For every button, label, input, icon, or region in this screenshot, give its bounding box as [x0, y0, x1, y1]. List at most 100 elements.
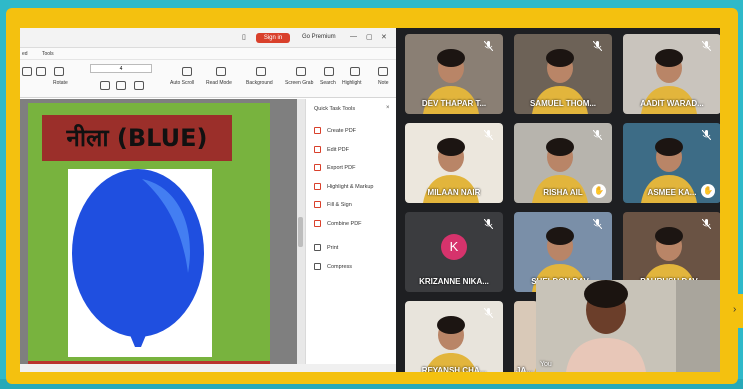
participant-name: KRIZANNE NIKA...: [419, 277, 489, 286]
quick-tools-close-icon[interactable]: ×: [386, 105, 390, 111]
participant-name: JA...: [516, 366, 533, 372]
participant-tile[interactable]: K KRIZANNE NIKA...: [405, 212, 503, 292]
tool-label: Create PDF: [327, 127, 357, 134]
combine-pdf-icon: [314, 220, 321, 227]
page-number-field[interactable]: 4: [90, 64, 152, 73]
document-scrollbar[interactable]: [297, 99, 305, 372]
mic-off-icon: [593, 41, 602, 51]
tool-create-pdf[interactable]: Create PDF: [314, 127, 356, 134]
mic-off-icon: [593, 219, 602, 229]
single-page-icon[interactable]: [100, 81, 110, 90]
participant-tile[interactable]: REYANSH CHA...: [405, 301, 503, 372]
note-label[interactable]: Note: [378, 80, 389, 86]
slide-page: नीला (BLUE): [28, 103, 270, 365]
tool-fill-sign[interactable]: Fill & Sign: [314, 201, 352, 208]
participant-tile[interactable]: SAMUEL THOM...: [514, 34, 612, 114]
read-mode-icon[interactable]: [216, 67, 226, 76]
highlight-markup-icon: [314, 183, 321, 190]
close-icon[interactable]: ✕: [381, 33, 387, 41]
scroll-page-icon[interactable]: [134, 81, 144, 90]
zoom-in-icon[interactable]: [22, 67, 32, 76]
pdf-toolbar: Rotate 4 Auto Scroll Read Mode Backgroun…: [20, 60, 396, 98]
pdf-statusbar: [20, 364, 396, 372]
mic-off-icon: [484, 308, 493, 318]
background-label[interactable]: Background: [246, 80, 273, 86]
tool-label: Combine PDF: [327, 220, 362, 227]
tool-label: Edit PDF: [327, 146, 350, 153]
participant-name: ASMEE KA...: [647, 188, 697, 197]
fill-sign-icon: [314, 201, 321, 208]
search-label[interactable]: Search: [320, 80, 336, 86]
mic-off-icon: [484, 41, 493, 51]
maximize-icon[interactable]: ▢: [366, 33, 373, 41]
participant-tile[interactable]: MILAAN NAIR: [405, 123, 503, 203]
participant-tile[interactable]: ✋ RISHA AIL: [514, 123, 612, 203]
tool-edit-pdf[interactable]: Edit PDF: [314, 146, 349, 153]
participant-name: DEV THAPAR T...: [421, 99, 487, 108]
pdf-menubar: ed Tools: [20, 48, 396, 60]
tool-combine-pdf[interactable]: Combine PDF: [314, 220, 362, 227]
zoom-out-icon[interactable]: [36, 67, 46, 76]
self-view-person: [536, 280, 720, 372]
tool-highlight-markup[interactable]: Highlight & Markup: [314, 183, 373, 190]
participant-name: RISHA AIL: [543, 188, 583, 197]
signin-button[interactable]: Sign in: [256, 33, 290, 43]
highlight-label[interactable]: Highlight: [342, 80, 361, 86]
screen-grab-icon[interactable]: [296, 67, 306, 76]
chevron-right-icon: ›: [733, 304, 737, 315]
mic-off-icon: [702, 41, 711, 51]
mic-off-icon: [484, 219, 493, 229]
quick-tools-title: Quick Task Tools: [314, 106, 356, 112]
tool-export-pdf[interactable]: Export PDF: [314, 164, 355, 171]
tool-label: Print: [327, 244, 339, 251]
scrollbar-thumb[interactable]: [298, 217, 303, 247]
tool-label: Compress: [327, 263, 353, 270]
balloon-image: [68, 169, 212, 357]
participant-tile[interactable]: ✋ ASMEE KA...: [623, 123, 720, 203]
screen-grab-label[interactable]: Screen Grab: [285, 80, 313, 86]
rotate-label: Rotate: [53, 80, 68, 86]
participant-name: MILAAN NAIR: [427, 188, 481, 197]
participant-tile[interactable]: JA...: [514, 301, 538, 372]
export-pdf-icon: [314, 164, 321, 171]
slide-title: नीला (BLUE): [42, 115, 232, 161]
two-page-icon[interactable]: [116, 81, 126, 90]
compress-icon: [314, 263, 321, 270]
minimize-icon[interactable]: —: [350, 33, 357, 40]
mic-off-icon: [702, 219, 711, 229]
menu-item-tools[interactable]: Tools: [42, 51, 54, 57]
participant-tile[interactable]: AADIT WARAD...: [623, 34, 720, 114]
edit-pdf-icon: [314, 146, 321, 153]
highlight-icon[interactable]: [350, 67, 360, 76]
mic-off-icon: [593, 130, 602, 140]
auto-scroll-label[interactable]: Auto Scroll: [170, 80, 194, 86]
menu-item-edit[interactable]: ed: [22, 51, 28, 57]
background-icon[interactable]: [256, 67, 266, 76]
note-icon[interactable]: [378, 67, 388, 76]
mic-off-icon: [484, 130, 493, 140]
balloon-icon: [72, 169, 204, 347]
tool-label: Export PDF: [327, 164, 356, 171]
meeting-window: ▯ Sign in Go Premium — ▢ ✕ ed Tools Rota…: [20, 28, 720, 372]
search-icon[interactable]: [324, 67, 334, 76]
layout-icon[interactable]: ▯: [242, 33, 246, 41]
rotate-icon[interactable]: [54, 67, 64, 76]
go-premium-link[interactable]: Go Premium: [302, 34, 336, 40]
auto-scroll-icon[interactable]: [182, 67, 192, 76]
participant-video: [534, 364, 538, 372]
print-icon: [314, 244, 321, 251]
participant-tile[interactable]: DEV THAPAR T...: [405, 34, 503, 114]
read-mode-label[interactable]: Read Mode: [206, 80, 232, 86]
participant-name: AADIT WARAD...: [640, 99, 704, 108]
pdf-titlebar: ▯ Sign in Go Premium — ▢ ✕: [20, 28, 396, 48]
self-view-video[interactable]: You: [536, 280, 720, 372]
document-area: नीला (BLUE): [20, 99, 300, 372]
tool-print[interactable]: Print: [314, 244, 338, 251]
participant-name: REYANSH CHA...: [421, 366, 487, 372]
tool-label: Fill & Sign: [327, 201, 352, 208]
side-panel-toggle[interactable]: ›: [729, 294, 743, 328]
self-view-label: You: [540, 361, 552, 368]
tool-compress[interactable]: Compress: [314, 263, 352, 270]
participant-avatar: K: [441, 234, 467, 260]
create-pdf-icon: [314, 127, 321, 134]
